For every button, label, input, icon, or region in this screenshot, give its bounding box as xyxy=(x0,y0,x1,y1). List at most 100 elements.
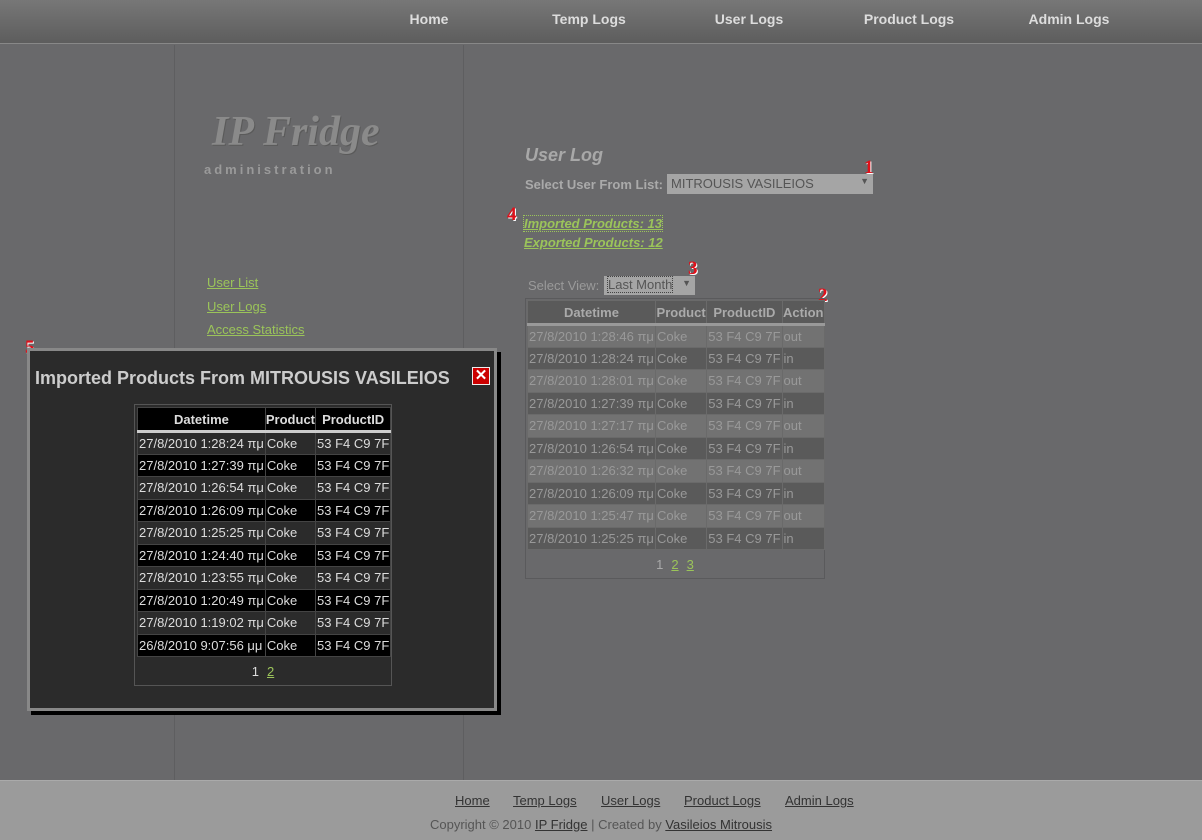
table-cell: Coke xyxy=(654,459,708,483)
table-row: 27/8/2010 1:28:24 πμ Coke 53 F4 C9 7F xyxy=(137,431,392,455)
table-cell: 53 F4 C9 7F xyxy=(706,459,783,483)
table-cell: 53 F4 C9 7F xyxy=(706,414,783,438)
table-row: 27/8/2010 1:25:25 πμ Coke 53 F4 C9 7F xyxy=(137,521,392,545)
table-cell: 27/8/2010 1:26:54 πμ xyxy=(527,436,656,460)
footer-user-logs[interactable]: User Logs xyxy=(601,793,660,808)
table-cell: Coke xyxy=(264,453,317,477)
table-cell: Coke xyxy=(264,498,317,522)
select-view-label: Select View: xyxy=(528,278,600,293)
table-cell: 53 F4 C9 7F xyxy=(706,324,783,348)
ip-fridge-link[interactable]: IP Fridge xyxy=(535,817,588,832)
footer-home[interactable]: Home xyxy=(455,793,490,808)
table-cell: 53 F4 C9 7F xyxy=(706,481,783,505)
table-cell: 53 F4 C9 7F xyxy=(315,521,392,545)
sidebar-access-statistics[interactable]: Access Statistics xyxy=(207,322,305,337)
table-cell: Coke xyxy=(264,431,317,455)
table-cell: 27/8/2010 1:20:49 πμ xyxy=(137,588,266,612)
table-cell: 53 F4 C9 7F xyxy=(706,436,783,460)
table-row: 27/8/2010 1:27:39 πμ Coke 53 F4 C9 7F xyxy=(137,453,392,477)
column-header: ProductID xyxy=(315,407,392,433)
table-cell: in xyxy=(781,436,826,460)
table-cell: 27/8/2010 1:27:39 πμ xyxy=(137,453,266,477)
table-cell: Coke xyxy=(654,436,708,460)
table-row: 27/8/2010 1:20:49 πμ Coke 53 F4 C9 7F xyxy=(137,588,392,612)
table-row: 27/8/2010 1:26:54 πμ Coke 53 F4 C9 7F xyxy=(137,476,392,500)
pagination: 123 xyxy=(526,557,824,572)
author-link[interactable]: Vasileios Mitrousis xyxy=(665,817,772,832)
copyright-text: Copyright © 2010 xyxy=(429,817,532,832)
table-cell: 53 F4 C9 7F xyxy=(315,543,392,567)
column-header: Product xyxy=(654,300,708,326)
table-cell: 26/8/2010 9:07:56 μμ xyxy=(137,633,266,657)
dialog-title: Imported Products From MITROUSIS VASILEI… xyxy=(35,368,450,388)
table-cell: Coke xyxy=(654,369,708,393)
copyright: Copyright © 2010 IP Fridge | Created by … xyxy=(0,817,1202,832)
annotation-1: 1 xyxy=(864,157,874,178)
table-cell: 53 F4 C9 7F xyxy=(315,453,392,477)
table-row: 27/8/2010 1:28:24 πμ Coke 53 F4 C9 7F in xyxy=(527,346,826,370)
imported-products-table-container: Datetime Product ProductID 27/8/2010 1:28:2… xyxy=(134,404,392,686)
table-row: 27/8/2010 1:28:46 πμ Coke 53 F4 C9 7F out xyxy=(527,324,826,348)
table-cell: Coke xyxy=(654,504,708,528)
table-cell: out xyxy=(781,369,826,393)
page-3[interactable]: 3 xyxy=(687,557,694,572)
table-cell: out xyxy=(781,324,826,348)
table-cell: in xyxy=(781,481,826,505)
sidebar-user-logs[interactable]: User Logs xyxy=(207,299,266,314)
table-cell: 27/8/2010 1:25:47 πμ xyxy=(527,504,656,528)
table-cell: 53 F4 C9 7F xyxy=(315,476,392,500)
table-cell: 53 F4 C9 7F xyxy=(315,431,392,455)
footer-product-logs[interactable]: Product Logs xyxy=(684,793,761,808)
table-cell: in xyxy=(781,346,826,370)
close-icon[interactable]: ✕ xyxy=(472,367,490,385)
table-cell: 53 F4 C9 7F xyxy=(706,526,783,550)
nav-admin-logs[interactable]: Admin Logs xyxy=(1009,11,1129,27)
table-row: 27/8/2010 1:27:17 πμ Coke 53 F4 C9 7F out xyxy=(527,414,826,438)
nav-product-logs[interactable]: Product Logs xyxy=(849,11,969,27)
table-cell: Coke xyxy=(264,588,317,612)
page-2[interactable]: 2 xyxy=(671,557,678,572)
table-cell: in xyxy=(781,391,826,415)
top-navigation: Home Temp Logs User Logs Product Logs Ad… xyxy=(0,0,1202,44)
column-header: Product xyxy=(264,407,317,433)
table-row: 27/8/2010 1:26:54 πμ Coke 53 F4 C9 7F in xyxy=(527,436,826,460)
table-cell: out xyxy=(781,414,826,438)
annotation-4: 4 xyxy=(507,204,517,225)
table-row: 27/8/2010 1:26:09 πμ Coke 53 F4 C9 7F xyxy=(137,498,392,522)
table-row: 27/8/2010 1:26:09 πμ Coke 53 F4 C9 7F in xyxy=(527,481,826,505)
table-cell: Coke xyxy=(264,566,317,590)
annotation-3: 3 xyxy=(688,258,698,279)
table-cell: 27/8/2010 1:25:25 πμ xyxy=(137,521,266,545)
table-cell: 53 F4 C9 7F xyxy=(315,566,392,590)
table-cell: Coke xyxy=(654,526,708,550)
table-cell: 27/8/2010 1:28:24 πμ xyxy=(137,431,266,455)
table-cell: Coke xyxy=(264,476,317,500)
select-user-value: MITROUSIS VASILEIOS xyxy=(671,176,814,191)
table-cell: out xyxy=(781,459,826,483)
table-row: 27/8/2010 1:25:47 πμ Coke 53 F4 C9 7F out xyxy=(527,504,826,528)
footer-admin-logs[interactable]: Admin Logs xyxy=(785,793,854,808)
nav-temp-logs[interactable]: Temp Logs xyxy=(529,11,649,27)
table-cell: Coke xyxy=(654,391,708,415)
table-cell: 53 F4 C9 7F xyxy=(706,346,783,370)
table-cell: 53 F4 C9 7F xyxy=(315,588,392,612)
table-cell: Coke xyxy=(264,521,317,545)
logo-subtitle: administration xyxy=(204,162,336,177)
page-2[interactable]: 2 xyxy=(267,664,274,679)
page-1: 1 xyxy=(656,557,664,572)
table-cell: 27/8/2010 1:25:25 πμ xyxy=(527,526,656,550)
nav-home[interactable]: Home xyxy=(369,11,489,27)
nav-user-logs[interactable]: User Logs xyxy=(689,11,809,27)
exported-products-link[interactable]: Exported Products: 12 xyxy=(524,235,663,250)
user-log-table-container: Datetime Product ProductID Action 27/8/2010 … xyxy=(525,298,826,579)
footer-temp-logs[interactable]: Temp Logs xyxy=(513,793,577,808)
sidebar-user-list[interactable]: User List xyxy=(207,275,258,290)
column-header: Action xyxy=(781,300,826,326)
table-cell: 53 F4 C9 7F xyxy=(315,633,392,657)
table-cell: 27/8/2010 1:23:55 πμ xyxy=(137,566,266,590)
imported-products-link[interactable]: Imported Products: 13 xyxy=(523,215,663,232)
select-view-dropdown[interactable]: Last Month ▼ xyxy=(604,276,695,295)
select-user-dropdown[interactable]: MITROUSIS VASILEIOS ▼ xyxy=(667,174,873,194)
page-title: User Log xyxy=(525,145,604,165)
column-header: Datetime xyxy=(137,407,266,433)
